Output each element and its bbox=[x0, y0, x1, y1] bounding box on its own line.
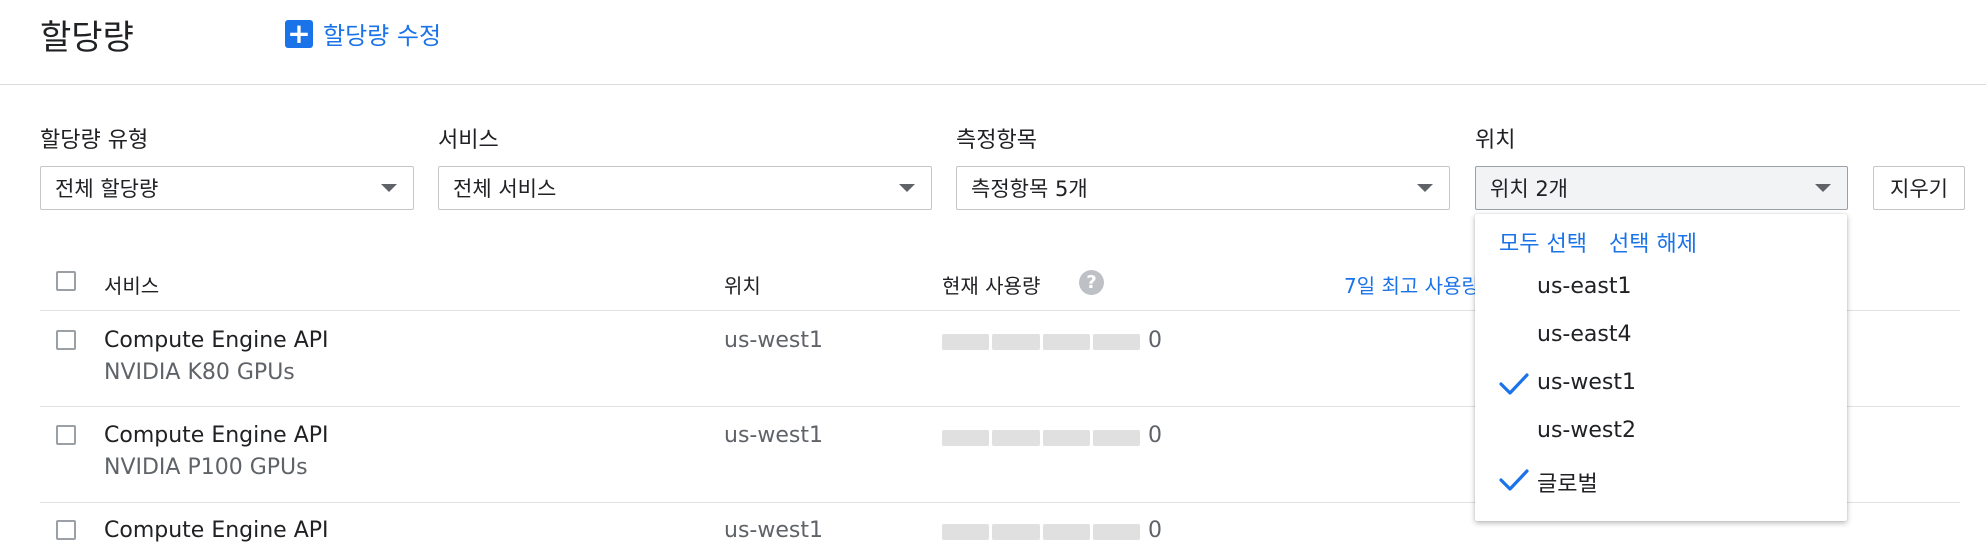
location-filter-label: 위치 bbox=[1475, 128, 1516, 153]
row-checkbox[interactable] bbox=[56, 330, 76, 350]
location-select[interactable]: 위치 2개 bbox=[1475, 166, 1848, 210]
row-service: Compute Engine API bbox=[104, 328, 329, 353]
column-header-location[interactable]: 위치 bbox=[724, 270, 761, 299]
location-option-us-west2[interactable]: us-west2 bbox=[1475, 408, 1847, 454]
option-label: us-east4 bbox=[1537, 322, 1632, 347]
row-location: us-west1 bbox=[724, 423, 823, 448]
usage-bar bbox=[942, 430, 1140, 446]
dropdown-arrow-icon bbox=[1815, 184, 1831, 192]
service-filter-label: 서비스 bbox=[438, 128, 499, 153]
column-header-peak-usage[interactable]: 7일 최고 사용량 bbox=[1344, 270, 1480, 299]
row-service: Compute Engine API bbox=[104, 423, 329, 448]
quota-type-value: 전체 할당량 bbox=[55, 177, 159, 201]
row-location: us-west1 bbox=[724, 518, 823, 543]
edit-quota-label: 할당량 수정 bbox=[323, 22, 442, 50]
row-usage: 0 bbox=[1148, 518, 1162, 543]
location-option-global[interactable]: 글로벌 bbox=[1475, 456, 1847, 502]
row-checkbox[interactable] bbox=[56, 425, 76, 445]
clear-filters-button[interactable]: 지우기 bbox=[1873, 166, 1965, 210]
row-checkbox[interactable] bbox=[56, 520, 76, 540]
location-value: 위치 2개 bbox=[1490, 177, 1568, 201]
add-icon: + bbox=[285, 19, 313, 48]
dropdown-arrow-icon bbox=[899, 184, 915, 192]
usage-bar bbox=[942, 524, 1140, 540]
quota-type-label: 할당량 유형 bbox=[40, 128, 149, 153]
metric-value: 측정항목 5개 bbox=[971, 177, 1088, 201]
row-location: us-west1 bbox=[724, 328, 823, 353]
row-service: Compute Engine API bbox=[104, 518, 329, 543]
row-usage: 0 bbox=[1148, 328, 1162, 353]
select-all-checkbox[interactable] bbox=[56, 271, 76, 291]
location-option-us-east4[interactable]: us-east4 bbox=[1475, 312, 1847, 358]
service-select[interactable]: 전체 서비스 bbox=[438, 166, 932, 210]
column-header-service[interactable]: 서비스 bbox=[104, 270, 159, 299]
location-option-us-west1[interactable]: us-west1 bbox=[1475, 360, 1847, 406]
column-header-current-usage[interactable]: 현재 사용량 bbox=[942, 270, 1040, 299]
metric-filter-label: 측정항목 bbox=[956, 128, 1037, 153]
header-divider bbox=[0, 84, 1986, 85]
quota-type-select[interactable]: 전체 할당량 bbox=[40, 166, 414, 210]
option-label: 글로벌 bbox=[1537, 472, 1598, 497]
usage-bar bbox=[942, 334, 1140, 350]
help-icon[interactable]: ? bbox=[1079, 270, 1104, 295]
dropdown-arrow-icon bbox=[1417, 184, 1433, 192]
metric-select[interactable]: 측정항목 5개 bbox=[956, 166, 1450, 210]
option-label: us-west2 bbox=[1537, 418, 1636, 443]
deselect-all-link[interactable]: 선택 해제 bbox=[1609, 226, 1697, 258]
checkmark-icon bbox=[1499, 469, 1529, 491]
edit-quota-button[interactable]: + 할당량 수정 bbox=[285, 16, 441, 51]
row-metric: NVIDIA P100 GPUs bbox=[104, 455, 308, 480]
checkmark-icon bbox=[1499, 373, 1529, 395]
location-dropdown-menu: 모두 선택 선택 해제 us-east1 us-east4 us-west1 u… bbox=[1475, 214, 1847, 521]
row-metric: NVIDIA K80 GPUs bbox=[104, 360, 295, 385]
page-title: 할당량 bbox=[40, 18, 134, 58]
select-all-link[interactable]: 모두 선택 bbox=[1499, 226, 1587, 258]
location-option-us-east1[interactable]: us-east1 bbox=[1475, 264, 1847, 310]
dropdown-arrow-icon bbox=[381, 184, 397, 192]
service-value: 전체 서비스 bbox=[453, 177, 557, 201]
option-label: us-west1 bbox=[1537, 370, 1636, 395]
row-usage: 0 bbox=[1148, 423, 1162, 448]
option-label: us-east1 bbox=[1537, 274, 1632, 299]
